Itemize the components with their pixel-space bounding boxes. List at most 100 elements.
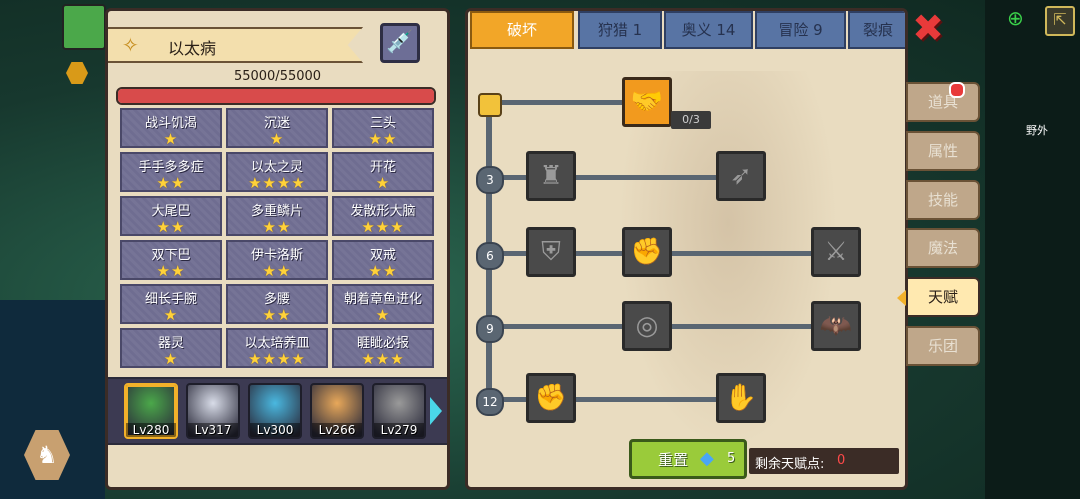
tab-1[interactable]: 狩猎 1 xyxy=(578,11,662,49)
hp-text: 55000/55000 xyxy=(233,69,322,84)
skill-name: 三头 xyxy=(369,116,396,131)
skill-cell[interactable]: 发散形大脑 ★★★ xyxy=(332,196,434,236)
tab-2[interactable]: 奥义 14 xyxy=(664,11,753,49)
skill-cell[interactable]: 战斗饥渴 ★ xyxy=(120,108,222,148)
player-avatar[interactable] xyxy=(62,4,106,50)
fist-talent-node[interactable]: ✊ xyxy=(526,373,576,423)
star-rating-icon: ★★ xyxy=(262,262,292,280)
skill-cell[interactable]: 伊卡洛斯 ★★ xyxy=(226,240,328,280)
star-rating-icon: ★ xyxy=(269,130,285,148)
hero-portrait[interactable]: Lv266 xyxy=(310,383,364,439)
star-rating-icon: ★ xyxy=(163,306,179,324)
wild-label: 野外 xyxy=(1026,124,1048,137)
talent-points-label: 剩余天赋点: xyxy=(755,457,825,472)
skill-cell[interactable]: 开花 ★ xyxy=(332,152,434,192)
side-menu-item[interactable]: 道具 xyxy=(906,82,980,122)
tree-branch-top xyxy=(492,100,622,105)
hero-level: Lv279 xyxy=(374,423,424,437)
hero-portrait[interactable]: Lv280 xyxy=(124,383,178,439)
network-icon[interactable]: ⊕ xyxy=(1007,6,1029,30)
skill-cell[interactable]: 细长手腕 ★ xyxy=(120,284,222,324)
skill-name: 睚眦必报 xyxy=(356,336,409,351)
hp-bar xyxy=(116,87,436,105)
side-menu-item[interactable]: 属性 xyxy=(906,131,980,171)
reset-cost: 5 xyxy=(727,451,736,466)
bat-talent-node[interactable]: 🦇 xyxy=(811,301,861,351)
skill-name: 多腰 xyxy=(263,292,290,307)
side-menu-item[interactable]: 乐团 xyxy=(906,326,980,366)
virus-icon: ✧ xyxy=(122,33,139,57)
skill-name: 大尾巴 xyxy=(151,204,191,219)
star-rating-icon: ★★ xyxy=(156,174,186,192)
notification-dot xyxy=(949,82,965,98)
side-menu-item[interactable]: 技能 xyxy=(906,180,980,220)
star-rating-icon: ★★★ xyxy=(361,350,405,368)
shield-talent-node[interactable]: ⛨ xyxy=(526,227,576,277)
side-menu-item[interactable]: 天赋 xyxy=(906,277,980,317)
hero-level: Lv280 xyxy=(126,423,176,437)
gauntlet-talent-node[interactable]: ✋ xyxy=(716,373,766,423)
sword-talent-node[interactable]: ⚔ xyxy=(811,227,861,277)
background-right-dark xyxy=(985,0,1080,499)
disease-panel: ✧ 以太病 💉 55000/55000 战斗饥渴 ★ 沉迷 ★ 三头 ★★ 手手多多症 ★★ 以… xyxy=(105,8,450,490)
syringe-icon: 💉 xyxy=(386,30,414,55)
side-menu-arrow-icon xyxy=(897,290,906,306)
talent-points-box: 剩余天赋点: 0 xyxy=(749,448,899,474)
skill-cell[interactable]: 双下巴 ★★ xyxy=(120,240,222,280)
star-rating-icon: ★★ xyxy=(262,306,292,324)
skill-name: 手手多多症 xyxy=(138,160,204,175)
skill-cell[interactable]: 大尾巴 ★★ xyxy=(120,196,222,236)
hero-level: Lv266 xyxy=(312,423,362,437)
exit-icon[interactable]: ⇱ xyxy=(1045,6,1075,36)
level-marker-3: 3 xyxy=(476,166,504,194)
skill-name: 以太之灵 xyxy=(250,160,303,175)
skill-cell[interactable]: 以太之灵 ★★★★ xyxy=(226,152,328,192)
reset-button[interactable]: 重置 ◆ 5 xyxy=(629,439,747,479)
star-rating-icon: ★★ xyxy=(156,262,186,280)
skill-cell[interactable]: 手手多多症 ★★ xyxy=(120,152,222,192)
skill-cell[interactable]: 三头 ★★ xyxy=(332,108,434,148)
hero-portrait[interactable]: Lv279 xyxy=(372,383,426,439)
title-banner: ✧ 以太病 xyxy=(108,27,363,63)
star-rating-icon: ★ xyxy=(163,130,179,148)
skill-cell[interactable]: 器灵 ★ xyxy=(120,328,222,368)
side-menu-item[interactable]: 魔法 xyxy=(906,228,980,268)
talent-points-value: 0 xyxy=(837,453,846,468)
tree-start-knob xyxy=(478,93,502,117)
tab-4[interactable]: 裂痕 xyxy=(848,11,905,49)
panel-title: 以太病 xyxy=(168,39,217,58)
level-marker-9: 9 xyxy=(476,315,504,343)
golem-talent-node[interactable]: ♜ xyxy=(526,151,576,201)
skill-name: 发散形大脑 xyxy=(350,204,416,219)
ripple-talent-node[interactable]: ◎ xyxy=(622,301,672,351)
skill-name: 双下巴 xyxy=(151,248,191,263)
arrow-talent-node[interactable]: ➶ xyxy=(716,151,766,201)
skill-cell[interactable]: 多重鳞片 ★★ xyxy=(226,196,328,236)
skill-name: 以太培养皿 xyxy=(244,336,310,351)
skill-cell[interactable]: 以太培养皿 ★★★★ xyxy=(226,328,328,368)
next-arrow-icon[interactable] xyxy=(430,397,442,425)
skill-cell[interactable]: 多腰 ★★ xyxy=(226,284,328,324)
hero-portrait[interactable]: Lv300 xyxy=(248,383,302,439)
star-rating-icon: ★ xyxy=(163,350,179,368)
close-icon[interactable]: ✖ xyxy=(911,9,945,47)
skill-cell[interactable]: 沉迷 ★ xyxy=(226,108,328,148)
tab-0[interactable]: 破坏 xyxy=(470,11,574,49)
skill-cell[interactable]: 双戒 ★★ xyxy=(332,240,434,280)
diamond-icon: ◆ xyxy=(700,448,714,469)
skill-name: 细长手腕 xyxy=(144,292,197,307)
star-rating-icon: ★★★★ xyxy=(248,174,306,192)
skill-cell[interactable]: 朝着章鱼进化 ★ xyxy=(332,284,434,324)
reset-label: 重置 xyxy=(658,451,689,469)
skill-name: 朝着章鱼进化 xyxy=(343,292,422,307)
punch-talent-node[interactable]: ✊ xyxy=(622,227,672,277)
handshake-talent-node[interactable]: 🤝 xyxy=(622,77,672,127)
syringe-button[interactable]: 💉 xyxy=(380,23,420,63)
talent-tree-panel: 破坏 狩猎 1 奥义 14 冒险 9 裂痕 🤝 0/3 3 ♜ ➶ 6 ⛨ ✊ ⚔ 9 … xyxy=(465,8,908,490)
level-marker-6: 6 xyxy=(476,242,504,270)
hero-level: Lv300 xyxy=(250,423,300,437)
hero-portrait[interactable]: Lv317 xyxy=(186,383,240,439)
tab-3[interactable]: 冒险 9 xyxy=(755,11,846,49)
skill-cell[interactable]: 睚眦必报 ★★★ xyxy=(332,328,434,368)
hp-bar-fill xyxy=(118,89,434,103)
